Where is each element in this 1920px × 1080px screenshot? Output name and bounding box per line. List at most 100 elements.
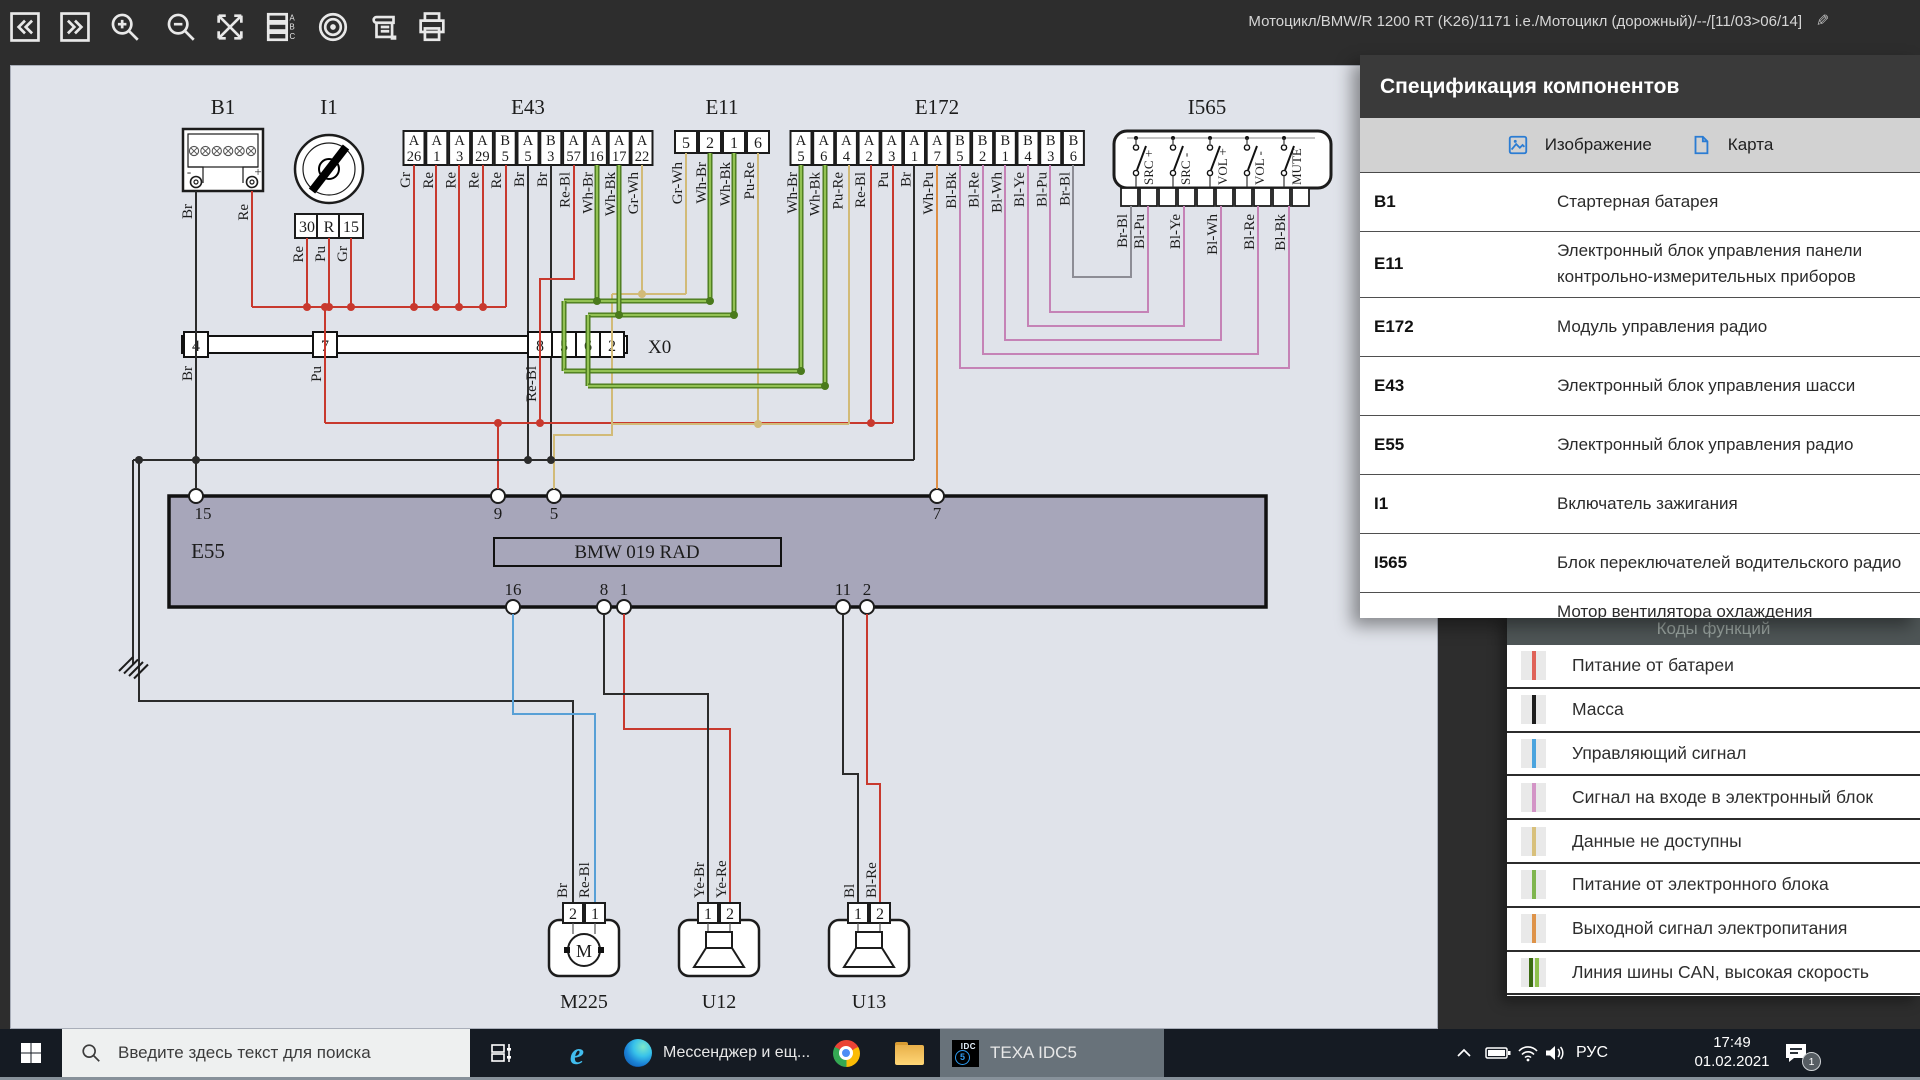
connector-e172[interactable]: A5Wh-BrA6Wh-BkA4Pu-ReA2Re-BlA3PuA1BrA7Wh…	[785, 131, 1084, 216]
svg-text:A: A	[932, 133, 943, 149]
report-icon	[368, 10, 402, 44]
legend-row: Питание от батареи	[1507, 645, 1920, 689]
spec-row-M225[interactable]: M225Мотор вентилятора охлаждения электро…	[1360, 593, 1920, 618]
forward-button[interactable]	[55, 7, 95, 47]
spec-panel-title: Спецификация компонентов	[1360, 55, 1920, 118]
search-input[interactable]	[116, 1042, 450, 1064]
svg-text:A: A	[290, 13, 296, 22]
spec-row-B1[interactable]: B1Стартерная батарея	[1360, 173, 1920, 232]
back-button[interactable]	[5, 7, 45, 47]
zoom-in-button[interactable]	[105, 7, 145, 47]
wiring-diagram-area[interactable]: B1I1E43E11E172I565-+BrRe30R15RePuGrA26Gr…	[10, 65, 1438, 1029]
component-u12-front-left-speaker[interactable]: 12U12Ye-BrYe-Re	[679, 860, 759, 1013]
component-m225-fan-motor[interactable]: 21MM225BrRe-Bl	[549, 862, 619, 1013]
tab-image[interactable]: Изображение	[1507, 134, 1652, 156]
tray-volume[interactable]	[1540, 1029, 1570, 1077]
wiring-diagram-canvas[interactable]: B1I1E43E11E172I565-+BrRe30R15RePuGrA26Gr…	[11, 66, 1437, 1028]
svg-text:-: -	[187, 164, 191, 179]
svg-text:Br: Br	[180, 204, 196, 219]
notification-button[interactable]: 1	[1778, 1029, 1814, 1077]
legend-color-swatch	[1521, 958, 1546, 987]
component-description: Мотор вентилятора охлаждения электронног…	[1557, 599, 1920, 618]
svg-text:B: B	[500, 133, 510, 149]
texa-label: TEXA IDC5	[990, 1043, 1077, 1063]
junction-x0[interactable]: 478562X0BrPuRe-Bl	[180, 332, 671, 402]
svg-text:Bl-Re: Bl-Re	[967, 172, 983, 208]
taskbar-item-messenger[interactable]: Мессенджер и ещ...	[612, 1029, 822, 1077]
tray-expand-chevron[interactable]	[1450, 1029, 1478, 1077]
zoom-out-button[interactable]	[161, 7, 201, 47]
component-code: M225	[1360, 615, 1557, 618]
svg-text:I1: I1	[320, 95, 338, 119]
file-explorer-icon[interactable]	[888, 1029, 930, 1077]
tray-clock[interactable]: 17:49 01.02.2021	[1688, 1029, 1776, 1077]
svg-text:B: B	[1000, 133, 1010, 149]
spec-row-E55[interactable]: E55Электронный блок управления радио	[1360, 416, 1920, 475]
connector-e11[interactable]: 5Gr-Wh2Wh-Br1Wh-Bk6Pu-Re	[670, 131, 769, 206]
tray-battery[interactable]	[1482, 1029, 1514, 1077]
svg-text:2: 2	[979, 149, 986, 165]
svg-text:B: B	[978, 133, 988, 149]
svg-text:5: 5	[797, 149, 804, 165]
legend-row: Данные не доступны	[1507, 820, 1920, 864]
tab-map[interactable]: Карта	[1690, 134, 1774, 156]
svg-text:Gr: Gr	[335, 246, 351, 262]
svg-text:B: B	[1046, 133, 1056, 149]
component-b1-battery[interactable]: -+BrRe	[180, 129, 263, 221]
component-e55-radio-ecu[interactable]: E55BMW 019 RAD159571681112	[169, 489, 1266, 614]
svg-text:Bl: Bl	[842, 884, 858, 898]
tray-wifi[interactable]	[1514, 1029, 1542, 1077]
internet-explorer-icon[interactable]: e	[556, 1029, 598, 1077]
spec-row-E172[interactable]: E172Модуль управления радио	[1360, 298, 1920, 357]
spec-row-E11[interactable]: E11Электронный блок управления панели ко…	[1360, 232, 1920, 298]
svg-text:2: 2	[865, 149, 872, 165]
legend-color-swatch	[1521, 739, 1546, 768]
tray-language[interactable]: РУС	[1572, 1029, 1612, 1077]
svg-text:B: B	[1069, 133, 1079, 149]
svg-text:B: B	[290, 23, 295, 32]
legend-color-swatch	[1521, 870, 1546, 899]
zoom-in-icon	[108, 10, 142, 44]
svg-text:5: 5	[682, 135, 690, 152]
edit-pencil-icon[interactable]: ✎	[1811, 13, 1831, 26]
svg-text:A: A	[887, 133, 898, 149]
svg-text:Bl-Ye: Bl-Ye	[1012, 172, 1028, 207]
fit-screen-button[interactable]	[210, 7, 250, 47]
component-list-button[interactable]: ABC	[261, 7, 301, 47]
svg-text:30: 30	[299, 219, 315, 236]
print-button[interactable]	[412, 7, 452, 47]
messenger-label: Мессенджер и ещ...	[663, 1044, 810, 1062]
start-button[interactable]	[0, 1029, 62, 1077]
legend-row: Масса	[1507, 689, 1920, 733]
speaker-icon	[1544, 1044, 1566, 1062]
svg-text:A: A	[818, 133, 829, 149]
component-i1-ignition-switch[interactable]: 30R15RePuGr	[291, 135, 363, 263]
ie-e-glyph: e	[570, 1037, 584, 1069]
spec-row-E43[interactable]: E43Электронный блок управления шасси	[1360, 357, 1920, 416]
taskbar-item-texa-idc5[interactable]: IDC 5 TEXA IDC5	[940, 1029, 1164, 1077]
report-button[interactable]	[365, 7, 405, 47]
component-i565-radio-switches[interactable]: SRC +SRC -VOL +VOL -MUTEBr-BlBl-PuBl-YeB…	[1114, 131, 1331, 255]
svg-text:Pu-Re: Pu-Re	[830, 172, 846, 210]
legend-row: Питание от электронного блока	[1507, 864, 1920, 908]
svg-text:15: 15	[343, 219, 359, 236]
component-u13-speaker[interactable]: 12U13BlBl-Re	[829, 862, 909, 1013]
texa-idc5-icon: IDC 5	[952, 1040, 979, 1067]
chrome-icon[interactable]	[826, 1029, 866, 1077]
task-view-button[interactable]	[482, 1029, 522, 1077]
svg-text:E55: E55	[191, 539, 225, 563]
spec-row-I1[interactable]: I1Включатель зажигания	[1360, 475, 1920, 534]
component-description: Включатель зажигания	[1557, 491, 1920, 517]
svg-text:3: 3	[547, 149, 554, 165]
svg-text:A: A	[409, 133, 420, 149]
target-button[interactable]	[313, 7, 353, 47]
svg-text:A: A	[477, 133, 488, 149]
legend-label: Масса	[1572, 699, 1624, 720]
svg-text:VOL +: VOL +	[1215, 148, 1230, 185]
spec-row-I565[interactable]: I565Блок переключателей водительского ра…	[1360, 534, 1920, 593]
search-box[interactable]	[62, 1029, 470, 1077]
svg-text:A: A	[841, 133, 852, 149]
svg-text:SRC +: SRC +	[1141, 150, 1156, 185]
svg-text:Re-Bl: Re-Bl	[524, 366, 540, 402]
svg-text:Pu: Pu	[313, 246, 329, 262]
